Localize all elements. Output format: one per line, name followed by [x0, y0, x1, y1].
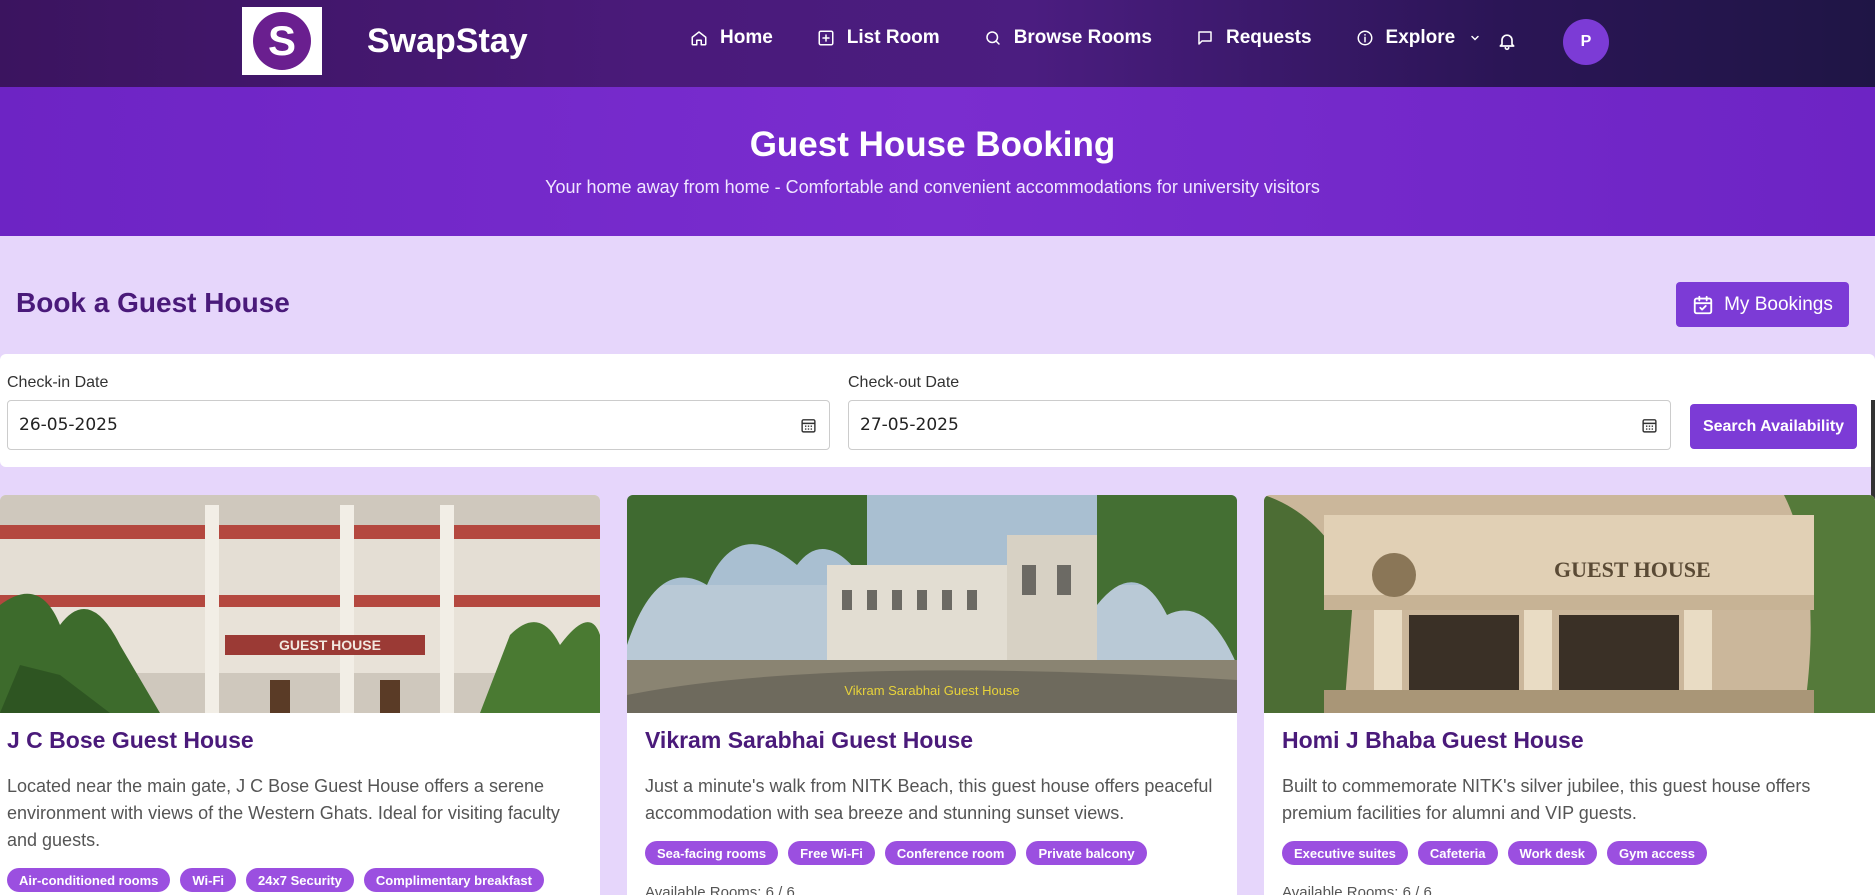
nav-item-explore[interactable]: Explore [1356, 27, 1482, 49]
my-bookings-label: My Bookings [1724, 293, 1833, 315]
amenity-tag: Work desk [1507, 841, 1598, 865]
search-panel: Check-in Date 26-05-2025 Check-out Date … [0, 354, 1875, 467]
guest-house-title[interactable]: Homi J Bhaba Guest House [1282, 727, 1584, 754]
nav-label-requests: Requests [1226, 27, 1312, 48]
guest-house-image: Vikram Sarabhai Guest House [627, 495, 1237, 713]
nav-item-requests[interactable]: Requests [1196, 27, 1312, 49]
nav-label-list-room: List Room [846, 27, 940, 48]
nav-item-list-room[interactable]: List Room [817, 27, 940, 49]
amenity-tag: Sea-facing rooms [645, 841, 779, 865]
calendar-icon[interactable] [800, 417, 817, 434]
nav-label-home: Home [720, 27, 773, 48]
guest-house-description: Built to commemorate NITK's silver jubil… [1282, 776, 1811, 823]
amenity-tag: Private balcony [1026, 841, 1147, 865]
guest-house-sign: GUEST HOUSE [279, 637, 381, 653]
guest-house-sign: GUEST HOUSE [1554, 557, 1711, 582]
section-title: Book a Guest House [16, 287, 290, 318]
checkout-date-input[interactable]: 27-05-2025 [848, 400, 1671, 450]
chevron-down-icon [1471, 35, 1479, 41]
calendar-check-icon [1693, 295, 1713, 314]
brand-name[interactable]: SwapStay [367, 22, 528, 61]
nav-item-browse-rooms[interactable]: Browse Rooms [984, 27, 1152, 49]
guest-house-image: GUEST HOUSE [1264, 495, 1875, 713]
amenity-tag: 24x7 Security [246, 868, 354, 892]
amenity-tag: Wi-Fi [180, 868, 237, 892]
nav-links: Home List Room Browse Rooms Requests Exp… [690, 27, 1525, 49]
avatar[interactable]: P [1563, 19, 1609, 65]
room-availability: Available Rooms: 6 / 6 [1282, 884, 1432, 895]
amenity-tag: Cafeteria [1417, 841, 1498, 865]
amenity-tag: Executive suites [1282, 841, 1408, 865]
logo-letter: S [253, 12, 311, 70]
amenity-tags: Air-conditioned rooms Wi-Fi 24x7 Securit… [7, 868, 554, 892]
home-icon [691, 31, 707, 46]
amenity-tags: Sea-facing rooms Free Wi-Fi Conference r… [645, 841, 1157, 865]
guest-house-description: Just a minute's walk from NITK Beach, th… [645, 776, 1213, 823]
guest-house-card[interactable]: GUEST HOUSE J C Bose Guest House Located… [0, 495, 600, 895]
guest-house-image: GUEST HOUSE [0, 495, 600, 713]
amenity-tag: Complimentary breakfast [363, 868, 544, 892]
guest-house-title[interactable]: J C Bose Guest House [7, 727, 254, 754]
nav-item-home[interactable]: Home [690, 27, 773, 49]
guest-house-description: Located near the main gate, J C Bose Gue… [7, 776, 560, 850]
checkin-label: Check-in Date [7, 374, 109, 391]
search-icon [985, 31, 1000, 45]
guest-house-title[interactable]: Vikram Sarabhai Guest House [645, 727, 973, 754]
amenity-tag: Air-conditioned rooms [7, 868, 171, 892]
plus-square-icon [818, 30, 834, 46]
scrollbar[interactable] [1871, 400, 1875, 500]
logo[interactable]: S [242, 7, 322, 75]
bell-icon[interactable] [1497, 30, 1517, 52]
search-availability-button[interactable]: Search Availability [1690, 404, 1857, 449]
amenity-tag: Conference room [884, 841, 1017, 865]
checkout-label: Check-out Date [848, 374, 960, 391]
guest-house-sign: Vikram Sarabhai Guest House [844, 683, 1019, 698]
info-icon [1357, 30, 1373, 46]
page-subtitle: Your home away from home - Comfortable a… [545, 177, 1320, 197]
nav-label-explore: Explore [1385, 27, 1456, 48]
top-navbar: S SwapStay Home List Room Browse Rooms R… [0, 0, 1875, 87]
guest-house-card[interactable]: Vikram Sarabhai Guest House Vikram Sarab… [627, 495, 1237, 895]
room-availability: Available Rooms: 6 / 6 [645, 884, 795, 895]
message-icon [1198, 31, 1212, 45]
amenity-tag: Free Wi-Fi [788, 841, 875, 865]
calendar-icon[interactable] [1641, 417, 1658, 434]
amenity-tag: Gym access [1607, 841, 1707, 865]
checkin-date-input[interactable]: 26-05-2025 [7, 400, 830, 450]
page-title: Guest House Booking [749, 125, 1116, 164]
hero-banner: Guest House Booking Your home away from … [0, 87, 1875, 236]
my-bookings-button[interactable]: My Bookings [1676, 282, 1849, 327]
checkout-value: 27-05-2025 [860, 415, 959, 435]
guest-house-card[interactable]: GUEST HOUSE Homi J Bhaba Guest House Bui… [1264, 495, 1875, 895]
amenity-tags: Executive suites Cafeteria Work desk Gym… [1282, 841, 1717, 865]
nav-label-browse-rooms: Browse Rooms [1013, 27, 1152, 48]
checkin-value: 26-05-2025 [19, 415, 118, 435]
